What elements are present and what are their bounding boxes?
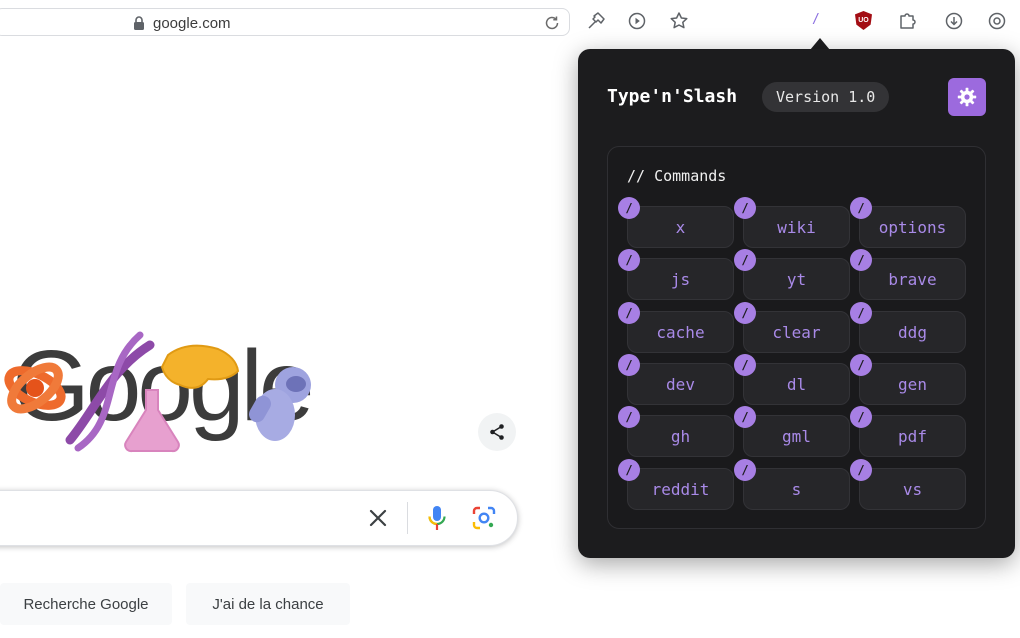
popup-settings-button[interactable] bbox=[948, 78, 986, 116]
command-button-wiki[interactable]: wiki bbox=[743, 206, 850, 248]
lock-icon bbox=[132, 15, 146, 31]
command-button-gen[interactable]: gen bbox=[859, 363, 966, 405]
command-button-brave[interactable]: brave bbox=[859, 258, 966, 300]
download-icon[interactable] bbox=[943, 10, 965, 32]
ublock-shield-icon[interactable]: UO bbox=[855, 11, 872, 30]
command-button-gml[interactable]: gml bbox=[743, 415, 850, 457]
command-button-clear[interactable]: clear bbox=[743, 311, 850, 353]
command-button-dev[interactable]: dev bbox=[627, 363, 734, 405]
slash-badge-icon: / bbox=[734, 459, 756, 481]
typenslash-extension-icon[interactable]: / bbox=[812, 12, 820, 27]
google-doodle-image[interactable]: Google bbox=[0, 330, 340, 460]
slash-badge-icon: / bbox=[618, 459, 640, 481]
feeling-lucky-button[interactable]: J'ai de la chance bbox=[186, 583, 350, 625]
command-button-vs[interactable]: vs bbox=[859, 468, 966, 510]
reload-icon[interactable] bbox=[543, 14, 561, 32]
typenslash-popup: Type'n'Slash Version 1.0 // Commands x / w… bbox=[578, 49, 1015, 558]
slash-badge-icon: / bbox=[850, 249, 872, 271]
commands-panel: // Commands x / wiki / options / js / yt / brave / c… bbox=[607, 146, 986, 529]
address-bar[interactable]: google.com bbox=[0, 8, 570, 36]
slash-badge-icon: / bbox=[618, 302, 640, 324]
share-button[interactable] bbox=[478, 413, 516, 451]
command-button-gh[interactable]: gh bbox=[627, 415, 734, 457]
command-button-ddg[interactable]: ddg bbox=[859, 311, 966, 353]
gear-icon bbox=[957, 87, 977, 107]
google-search-button[interactable]: Recherche Google bbox=[0, 583, 172, 625]
slash-badge-icon: / bbox=[734, 249, 756, 271]
search-divider bbox=[407, 502, 408, 534]
voice-search-mic-icon[interactable] bbox=[424, 504, 450, 532]
version-badge: Version 1.0 bbox=[762, 82, 890, 112]
command-button-yt[interactable]: yt bbox=[743, 258, 850, 300]
slash-badge-icon: / bbox=[850, 406, 872, 428]
play-circle-icon[interactable] bbox=[626, 10, 648, 32]
slash-badge-icon: / bbox=[618, 197, 640, 219]
share-icon bbox=[490, 424, 504, 440]
command-button-js[interactable]: js bbox=[627, 258, 734, 300]
commands-grid: x / wiki / options / js / yt / brave / cache / clear / d… bbox=[608, 147, 985, 528]
slash-badge-icon: / bbox=[850, 354, 872, 376]
slash-badge-icon: / bbox=[618, 249, 640, 271]
orange-knot-shape bbox=[4, 362, 66, 414]
command-button-reddit[interactable]: reddit bbox=[627, 468, 734, 510]
slash-badge-icon: / bbox=[734, 406, 756, 428]
popup-title: Type'n'Slash bbox=[607, 86, 738, 107]
slash-badge-icon: / bbox=[850, 459, 872, 481]
command-button-cache[interactable]: cache bbox=[627, 311, 734, 353]
command-button-pdf[interactable]: pdf bbox=[859, 415, 966, 457]
command-button-s[interactable]: s bbox=[743, 468, 850, 510]
url-text: google.com bbox=[153, 15, 231, 32]
bookmark-star-icon[interactable] bbox=[668, 10, 690, 32]
settings-gear-icon[interactable] bbox=[986, 10, 1008, 32]
browser-toolbar: google.com / UO bbox=[0, 0, 1020, 44]
hammer-icon[interactable] bbox=[585, 10, 607, 32]
slash-badge-icon: / bbox=[734, 302, 756, 324]
google-lens-icon[interactable] bbox=[471, 505, 497, 531]
slash-badge-icon: / bbox=[618, 354, 640, 376]
command-button-dl[interactable]: dl bbox=[743, 363, 850, 405]
clear-search-icon[interactable] bbox=[366, 506, 390, 530]
slash-badge-icon: / bbox=[734, 197, 756, 219]
extensions-puzzle-icon[interactable] bbox=[897, 10, 919, 32]
slash-badge-icon: / bbox=[734, 354, 756, 376]
command-button-options[interactable]: options bbox=[859, 206, 966, 248]
slash-badge-icon: / bbox=[618, 406, 640, 428]
slash-badge-icon: / bbox=[850, 197, 872, 219]
command-button-x[interactable]: x bbox=[627, 206, 734, 248]
slash-badge-icon: / bbox=[850, 302, 872, 324]
